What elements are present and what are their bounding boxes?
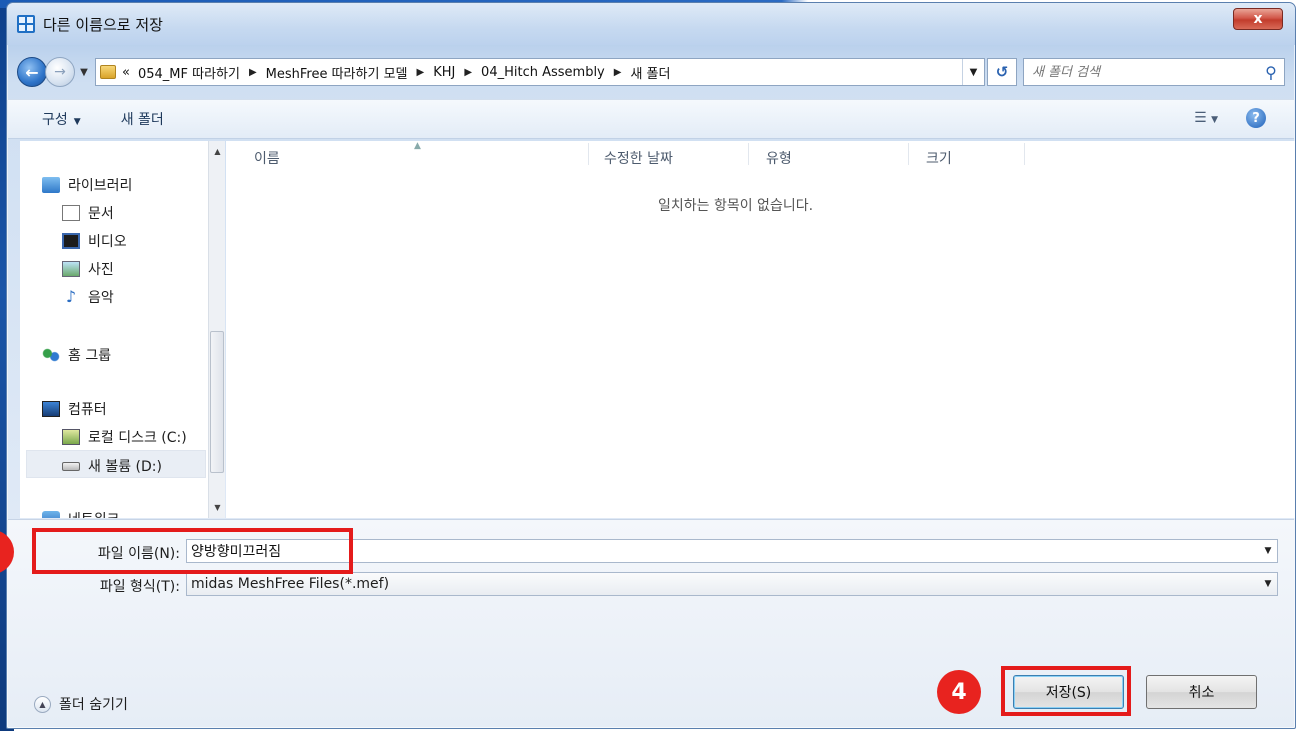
chevron-right-icon[interactable]: ▶ [614,67,622,78]
nav-label: 로컬 디스크 (C:) [88,430,187,446]
breadcrumb-item[interactable]: 04_Hitch Assembly [481,65,605,80]
organize-label: 구성 [42,112,68,128]
save-as-dialog: 다른 이름으로 저장 x ← → ▼ « 054_MF 따라하기 ▶ MeshF… [6,2,1296,729]
nav-item-computer[interactable]: 컴퓨터 [42,399,107,419]
breadcrumb-item[interactable]: 새 폴더 [630,63,670,82]
scroll-down-icon[interactable]: ▼ [209,499,226,516]
library-icon [42,177,60,193]
close-button[interactable]: x [1233,8,1283,30]
picture-icon [62,261,80,277]
view-options-button[interactable]: ☰ ▼ [1194,110,1218,126]
refresh-icon: ↺ [995,63,1009,81]
title-bar: 다른 이름으로 저장 x [7,3,1295,45]
search-icon[interactable]: ⚲ [1258,63,1284,82]
forward-button[interactable]: → [45,57,75,87]
nav-label: 새 볼륨 (D:) [88,459,162,475]
organize-menu-button[interactable]: 구성 ▼ [42,109,81,129]
chevron-right-icon[interactable]: ▶ [249,67,257,78]
column-header-size[interactable]: 크기 [926,148,952,168]
column-divider[interactable] [908,143,909,165]
help-icon: ? [1252,110,1260,126]
app-window-icon [17,15,35,33]
search-input[interactable] [1032,64,1258,80]
column-header-date-modified[interactable]: 수정한 날짜 [604,148,673,168]
nav-item-new-volume[interactable]: 새 볼륨 (D:) [62,456,162,476]
close-icon: x [1253,11,1263,27]
nav-item-network[interactable]: 네트워크 [42,509,120,518]
scroll-up-icon[interactable]: ▲ [209,143,226,160]
document-icon [62,205,80,221]
drive-icon [62,461,80,471]
empty-folder-message: 일치하는 항목이 없습니다. [658,198,814,214]
chevron-down-icon: ▼ [1211,115,1218,125]
breadcrumb-overflow[interactable]: « [122,65,130,80]
command-toolbar: 구성 ▼ 새 폴더 ☰ ▼ ? [8,99,1294,139]
column-divider[interactable] [588,143,589,165]
filetype-value: midas MeshFree Files(*.mef) [191,576,390,592]
annotation-step-number: 4 [937,670,981,714]
nav-item-libraries[interactable]: 라이브러리 [42,175,132,195]
filetype-label: 파일 형식(T): [99,579,180,595]
navigation-pane: 라이브러리 문서 비디오 사진 ♪ 음악 홈 그룹 컴퓨터 로컬 디스크 (C:)… [20,141,225,518]
chevron-down-icon: ▼ [73,117,81,127]
nav-item-homegroup[interactable]: 홈 그룹 [42,345,111,365]
column-header-name[interactable]: 이름 [254,148,280,168]
music-note-icon: ♪ [65,287,77,306]
navigation-scrollbar[interactable]: ▲ ▼ [208,141,225,518]
window-title: 다른 이름으로 저장 [43,15,163,34]
arrow-left-icon: ← [25,62,39,82]
network-icon [42,511,60,518]
chevron-right-icon[interactable]: ▶ [464,67,472,78]
chevron-down-icon[interactable]: ▼ [1259,546,1277,556]
nav-label: 라이브러리 [68,178,133,194]
arrow-right-icon: → [54,64,66,80]
annotation-highlight-save [1001,666,1131,716]
chevron-down-icon: ▼ [969,66,978,78]
nav-item-music[interactable]: ♪ 음악 [62,287,114,307]
annotation-highlight-filename [32,528,353,574]
folder-icon [100,65,116,79]
hard-drive-icon [62,429,80,445]
scrollbar-thumb[interactable] [210,331,224,473]
search-box[interactable]: ⚲ [1023,58,1285,86]
nav-label: 홈 그룹 [68,348,112,364]
recent-locations-dropdown[interactable]: ▼ [77,67,91,78]
nav-item-videos[interactable]: 비디오 [62,231,127,251]
nav-item-local-disk[interactable]: 로컬 디스크 (C:) [62,427,187,447]
sort-ascending-icon: ▲ [414,141,421,151]
chevron-up-icon: ▲ [34,695,51,713]
cancel-button[interactable]: 취소 [1146,675,1257,709]
back-button[interactable]: ← [17,57,47,87]
file-list: ▲ 이름 수정한 날짜 유형 크기 일치하는 항목이 없습니다. [226,141,1295,518]
column-divider[interactable] [748,143,749,165]
nav-label: 비디오 [88,234,127,250]
computer-icon [42,401,60,417]
nav-label: 음악 [88,290,114,306]
homegroup-icon [42,347,60,363]
breadcrumb-item[interactable]: MeshFree 따라하기 모델 [266,63,408,82]
breadcrumb-item[interactable]: KHJ [433,65,455,80]
nav-label: 문서 [88,206,114,222]
hide-folders-label: 폴더 숨기기 [59,697,128,713]
nav-item-pictures[interactable]: 사진 [62,259,114,279]
chevron-right-icon[interactable]: ▶ [417,67,425,78]
nav-label: 사진 [88,262,114,278]
column-header-type[interactable]: 유형 [766,148,792,168]
film-icon [62,233,80,249]
breadcrumb-item[interactable]: 054_MF 따라하기 [138,63,240,82]
details-view-icon: ☰ [1194,110,1207,126]
new-folder-button[interactable]: 새 폴더 [121,109,164,129]
navigation-row: ← → ▼ « 054_MF 따라하기 ▶ MeshFree 따라하기 모델 ▶… [17,55,1287,89]
filetype-select[interactable]: midas MeshFree Files(*.mef) ▼ [186,572,1278,596]
column-divider[interactable] [1024,143,1025,165]
hide-folders-toggle[interactable]: ▲ 폴더 숨기기 [34,694,128,714]
address-bar[interactable]: « 054_MF 따라하기 ▶ MeshFree 따라하기 모델 ▶ KHJ ▶… [95,58,985,86]
address-dropdown-button[interactable]: ▼ [962,59,984,85]
nav-label: 컴퓨터 [68,402,107,418]
help-button[interactable]: ? [1246,108,1266,128]
chevron-down-icon[interactable]: ▼ [1259,579,1277,589]
nav-item-documents[interactable]: 문서 [62,203,114,223]
refresh-button[interactable]: ↺ [987,58,1017,86]
nav-label: 네트워크 [68,509,120,518]
